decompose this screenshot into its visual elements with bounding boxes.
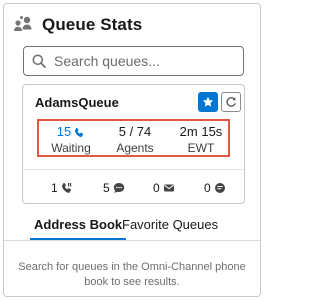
ewt-label: EWT bbox=[187, 141, 215, 155]
messaging-icon bbox=[214, 183, 225, 193]
messaging-count-value: 0 bbox=[204, 181, 211, 195]
messaging-count: 0 bbox=[204, 181, 226, 195]
favorite-button[interactable] bbox=[198, 92, 218, 112]
waiting-label: Waiting bbox=[51, 141, 91, 155]
chat-count: 5 bbox=[103, 181, 125, 195]
queue-card-header: AdamsQueue bbox=[23, 85, 244, 117]
chat-count-value: 5 bbox=[103, 181, 110, 195]
queue-name: AdamsQueue bbox=[35, 95, 119, 110]
queue-stats-panel: Queue Stats AdamsQueue bbox=[3, 3, 261, 297]
channel-counts: 1 5 0 0 bbox=[23, 181, 244, 197]
waiting-value: 15 bbox=[56, 124, 72, 139]
phone-count: 1 bbox=[51, 181, 73, 195]
tab-favorite-queues[interactable]: Favorite Queues bbox=[122, 217, 218, 240]
email-count: 0 bbox=[153, 181, 175, 195]
phone-icon bbox=[61, 182, 71, 193]
ewt-value: 2m 15s bbox=[179, 124, 223, 139]
search-icon bbox=[32, 54, 46, 68]
search-box[interactable] bbox=[23, 46, 244, 76]
phone-icon bbox=[75, 127, 84, 138]
ewt-stat: 2m 15s EWT bbox=[173, 124, 229, 156]
waiting-value-row: 15 bbox=[43, 124, 99, 140]
refresh-button[interactable] bbox=[221, 92, 241, 112]
email-count-value: 0 bbox=[153, 181, 160, 195]
empty-state-message: Search for queues in the Omni-Channel ph… bbox=[18, 261, 246, 288]
refresh-icon bbox=[226, 97, 236, 107]
tab-bar: Address Book Favorite Queues bbox=[4, 213, 260, 241]
agents-value: 5 / 74 bbox=[118, 124, 152, 139]
email-icon bbox=[163, 184, 174, 192]
agents-label: Agents bbox=[116, 141, 154, 155]
queue-stats-highlight: 15 Waiting 5 / 74 Agents 2m 15s EWT bbox=[37, 119, 230, 157]
star-icon bbox=[202, 96, 214, 107]
agents-stat: 5 / 74 Agents bbox=[105, 124, 165, 156]
waiting-stat: 15 Waiting bbox=[43, 124, 99, 156]
queue-card: AdamsQueue 15 Waiting 5 / 74 Agents 2m 1… bbox=[22, 84, 245, 204]
chat-icon bbox=[113, 183, 124, 193]
panel-title: Queue Stats bbox=[42, 15, 143, 34]
phone-count-value: 1 bbox=[51, 181, 58, 195]
card-divider bbox=[23, 169, 244, 170]
queue-people-icon bbox=[14, 16, 32, 31]
tab-address-book[interactable]: Address Book bbox=[30, 217, 127, 240]
search-input[interactable] bbox=[54, 53, 234, 69]
panel-header: Queue Stats bbox=[12, 13, 142, 37]
